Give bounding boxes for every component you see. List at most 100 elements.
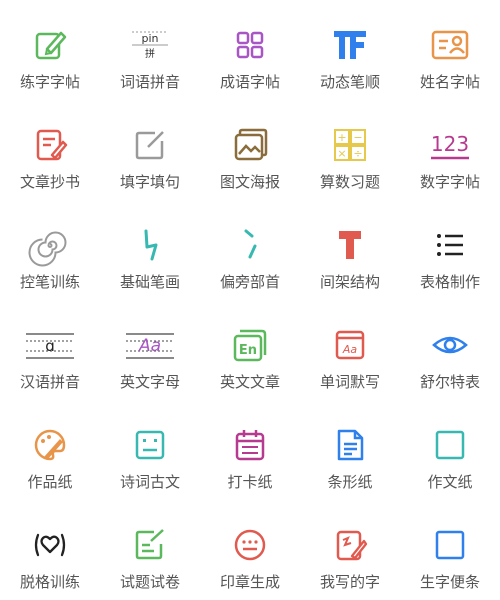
tool-label: 作文纸 <box>427 473 473 491</box>
tool-label: 单词默写 <box>319 373 380 391</box>
tool-label: 印章生成 <box>219 573 280 591</box>
striped-doc-icon <box>330 425 370 465</box>
tool-label: 填字填句 <box>119 173 180 191</box>
svg-text:−: − <box>353 131 362 144</box>
tool-tile[interactable]: ɑ 汉语拼音 <box>0 300 100 400</box>
svg-text:123: 123 <box>431 132 469 156</box>
tool-label: 基础笔画 <box>119 273 180 291</box>
tool-tile[interactable]: 条形纸 <box>300 400 400 500</box>
tool-tile[interactable]: 基础笔画 <box>100 200 200 300</box>
tool-label: 动态笔顺 <box>319 73 380 91</box>
tool-tile[interactable]: 文章抄书 <box>0 100 100 200</box>
svg-text:Aa: Aa <box>342 343 358 356</box>
tool-label: 汉语拼音 <box>19 373 80 391</box>
spiral-icon <box>28 225 70 267</box>
tool-label: 我写的字 <box>319 573 380 591</box>
svg-text:Aa: Aa <box>138 336 161 356</box>
image-poster-icon <box>230 125 270 165</box>
tool-tile[interactable]: En 英文文章 <box>200 300 300 400</box>
tool-tile[interactable]: 123 数字字帖 <box>400 100 500 200</box>
pen-square-icon <box>30 25 70 65</box>
tool-tile[interactable]: 诗词古文 <box>100 400 200 500</box>
calendar-icon <box>230 425 270 465</box>
tool-tile[interactable]: 姓名字帖 <box>400 0 500 100</box>
tool-tile[interactable]: 间架结构 <box>300 200 400 300</box>
calculator-icon: + − × ÷ <box>330 125 370 165</box>
tool-tile[interactable]: 控笔训练 <box>0 200 100 300</box>
tool-tile[interactable]: 练字字帖 <box>0 0 100 100</box>
tool-tile[interactable]: 生字便条 <box>400 500 500 600</box>
tool-tile[interactable]: 我写的字 <box>300 500 400 600</box>
tf-logo-icon <box>330 25 370 65</box>
svg-text:÷: ÷ <box>353 147 362 160</box>
tool-label: 舒尔特表 <box>419 373 480 391</box>
tool-label: 练字字帖 <box>19 73 80 91</box>
tool-tile[interactable]: 表格制作 <box>400 200 500 300</box>
tool-grid: 练字字帖 pin 拼词语拼音 成语字帖 动态笔顺 姓名字帖 文章抄书 填字填句 … <box>0 0 500 600</box>
svg-text:+: + <box>337 131 346 144</box>
tool-label: 条形纸 <box>327 473 373 491</box>
tool-tile[interactable]: 作品纸 <box>0 400 100 500</box>
tool-label: 文章抄书 <box>19 173 80 191</box>
tool-label: 作品纸 <box>27 473 73 491</box>
tool-tile[interactable]: 打卡纸 <box>200 400 300 500</box>
tool-label: 成语字帖 <box>219 73 280 91</box>
tool-label: 生字便条 <box>419 573 480 591</box>
tool-label: 打卡纸 <box>227 473 273 491</box>
svg-text:拼: 拼 <box>145 47 155 60</box>
tool-tile[interactable]: pin 拼词语拼音 <box>100 0 200 100</box>
poem-card-icon <box>130 425 170 465</box>
svg-text:pin: pin <box>141 32 158 45</box>
tool-tile[interactable]: 动态笔顺 <box>300 0 400 100</box>
tool-tile[interactable]: 舒尔特表 <box>400 300 500 400</box>
tool-label: 诗词古文 <box>119 473 180 491</box>
tool-label: 试题试卷 <box>119 573 180 591</box>
exam-edit-icon <box>130 525 170 565</box>
tool-label: 脱格训练 <box>19 573 80 591</box>
document-pencil-icon <box>30 125 70 165</box>
tool-tile[interactable]: 图文海报 <box>200 100 300 200</box>
tool-label: 控笔训练 <box>19 273 80 291</box>
name-card-icon <box>430 25 470 65</box>
word-window-icon: Aa <box>330 325 370 365</box>
tool-label: 偏旁部首 <box>219 273 280 291</box>
tool-tile[interactable]: 脱格训练 <box>0 500 100 600</box>
tool-tile[interactable]: 成语字帖 <box>200 0 300 100</box>
palette-brush-icon <box>30 425 70 465</box>
letter-lines-icon: Aa <box>126 325 174 365</box>
list-icon <box>430 225 470 265</box>
tool-label: 英文文章 <box>219 373 280 391</box>
stamp-icon <box>230 525 270 565</box>
tool-tile[interactable]: Aa 英文字母 <box>100 300 200 400</box>
heart-wave-icon <box>30 525 70 565</box>
svg-text:ɑ: ɑ <box>45 337 55 355</box>
pinyin-card-icon: pin 拼 <box>130 25 170 65</box>
tool-label: 数字字帖 <box>419 173 480 191</box>
radical-stroke-icon <box>230 225 270 265</box>
tool-tile[interactable]: 试题试卷 <box>100 500 200 600</box>
english-doc-icon: En <box>230 325 270 365</box>
tool-tile[interactable]: 印章生成 <box>200 500 300 600</box>
svg-text:×: × <box>337 147 346 160</box>
my-writing-icon <box>330 525 370 565</box>
tool-label: 表格制作 <box>419 273 480 291</box>
tool-label: 词语拼音 <box>119 73 180 91</box>
stroke-zigzag-icon <box>130 225 170 265</box>
tool-label: 间架结构 <box>319 273 380 291</box>
tool-tile[interactable]: + − × ÷ 算数习题 <box>300 100 400 200</box>
eye-icon <box>430 325 470 365</box>
four-squares-icon <box>230 25 270 65</box>
blank-square-icon <box>430 425 470 465</box>
tool-tile[interactable]: 作文纸 <box>400 400 500 500</box>
tool-tile[interactable]: Aa 单词默写 <box>300 300 400 400</box>
number-icon: 123 <box>430 125 470 165</box>
svg-text:En: En <box>239 343 257 358</box>
tool-label: 图文海报 <box>219 173 280 191</box>
tool-tile[interactable]: 填字填句 <box>100 100 200 200</box>
structure-icon <box>330 225 370 265</box>
tool-label: 姓名字帖 <box>419 73 480 91</box>
tool-label: 英文字母 <box>119 373 180 391</box>
tool-tile[interactable]: 偏旁部首 <box>200 200 300 300</box>
pinyin-lines-icon: ɑ <box>26 325 74 365</box>
tool-label: 算数习题 <box>319 173 380 191</box>
